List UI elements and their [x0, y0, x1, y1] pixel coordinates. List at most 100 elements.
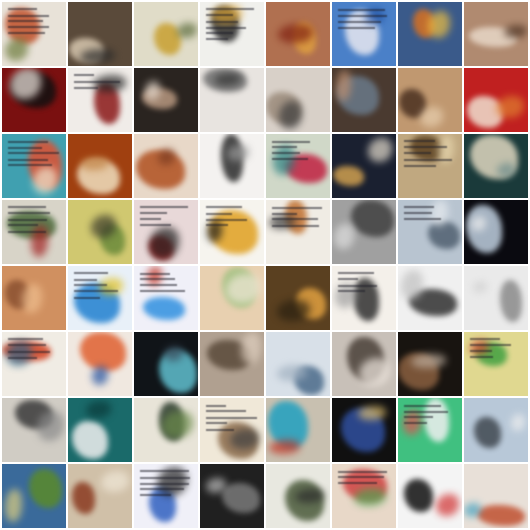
- tile-shape: [72, 421, 108, 459]
- sample-tile: [332, 266, 396, 330]
- sample-tile: [200, 464, 264, 528]
- sample-tile: [200, 398, 264, 462]
- tile-shape: [86, 401, 111, 418]
- tile-shape: [162, 411, 193, 438]
- tile-text-stripe: [206, 219, 247, 221]
- tile-text-stripe: [338, 9, 385, 11]
- tile-shape: [473, 281, 487, 293]
- tile-text-stripe: [338, 15, 387, 17]
- tile-text-stripe: [338, 476, 384, 478]
- sample-tile: [68, 398, 132, 462]
- tile-text-stripe: [404, 218, 441, 220]
- tile-text-stripe: [206, 405, 226, 407]
- tile-shape: [428, 221, 460, 249]
- tile-shape: [354, 488, 386, 506]
- sample-tile: [134, 68, 198, 132]
- sample-tile: [464, 200, 528, 264]
- tile-text-stripe: [140, 494, 171, 496]
- sample-tile: [200, 200, 264, 264]
- tile-text-stripe: [338, 482, 377, 484]
- tile-shape: [477, 505, 525, 526]
- tile-text-stripe: [140, 477, 190, 479]
- tile-shape: [226, 274, 261, 303]
- sample-tile: [398, 398, 462, 462]
- tile-text-stripe: [8, 231, 46, 233]
- tile-text-stripe: [206, 429, 234, 431]
- tile-shape: [80, 49, 115, 63]
- tile-shape: [147, 266, 162, 286]
- tile-shape: [37, 411, 64, 441]
- tile-text-stripe: [404, 212, 432, 214]
- tile-text-stripe: [272, 225, 319, 227]
- tile-shape: [466, 205, 502, 253]
- tile-text-stripe: [8, 164, 52, 166]
- tile-shape: [334, 224, 354, 249]
- tile-shape: [29, 469, 62, 508]
- tile-shape: [22, 284, 42, 313]
- tile-text-stripe: [470, 350, 492, 352]
- tile-text-stripe: [8, 206, 46, 208]
- tile-text-stripe: [272, 141, 310, 143]
- tile-text-stripe: [470, 338, 500, 340]
- sample-tile: [332, 464, 396, 528]
- tile-text-stripe: [338, 21, 381, 23]
- tile-shape: [277, 300, 310, 321]
- tile-text-stripe: [470, 356, 493, 358]
- sample-tile: [464, 134, 528, 198]
- tile-shape: [227, 145, 249, 161]
- sample-tile: [332, 134, 396, 198]
- tile-text-stripe: [8, 219, 47, 221]
- tile-text-stripe: [8, 344, 46, 346]
- tile-shape: [279, 101, 302, 129]
- sample-tile: [464, 464, 528, 528]
- tile-text-stripe: [338, 27, 375, 29]
- tile-text-stripe: [338, 290, 365, 292]
- sample-tile: [2, 68, 66, 132]
- sample-tile: [200, 2, 264, 66]
- tile-shape: [496, 96, 524, 118]
- tile-text-stripe: [338, 278, 358, 280]
- tile-text-stripe: [404, 146, 447, 148]
- tile-text-stripe: [206, 8, 254, 10]
- tile-shape: [500, 280, 522, 322]
- tile-text-stripe: [272, 146, 297, 148]
- sample-tile: [332, 2, 396, 66]
- tile-text-stripe: [206, 21, 238, 23]
- tile-text-stripe: [8, 26, 49, 28]
- tile-text-stripe: [404, 416, 433, 418]
- sample-tile: [134, 266, 198, 330]
- tile-shape: [436, 494, 459, 516]
- sample-tile: [2, 200, 66, 264]
- sample-tile: [134, 134, 198, 198]
- tile-text-stripe: [206, 224, 228, 226]
- tile-text-stripe: [338, 285, 377, 287]
- tile-shape: [92, 366, 108, 385]
- sample-tile: [2, 266, 66, 330]
- tile-text-stripe: [470, 344, 511, 346]
- sample-tile: [134, 200, 198, 264]
- sample-tile: [2, 398, 66, 462]
- sample-tile: [332, 68, 396, 132]
- tile-shape: [333, 166, 364, 186]
- tile-shape: [222, 483, 260, 513]
- tile-text-stripe: [140, 470, 189, 472]
- image-sample-grid: [0, 0, 530, 530]
- tile-shape: [177, 23, 197, 38]
- tile-text-stripe: [404, 165, 436, 167]
- tile-text-stripe: [74, 87, 98, 89]
- tile-shape: [420, 107, 443, 127]
- tile-text-stripe: [404, 411, 448, 413]
- sample-tile: [2, 464, 66, 528]
- tile-text-stripe: [140, 273, 170, 275]
- tile-text-stripe: [272, 152, 300, 154]
- sample-tile: [464, 332, 528, 396]
- tile-shape: [511, 414, 525, 431]
- tile-text-stripe: [206, 422, 227, 424]
- sample-tile: [266, 266, 330, 330]
- tile-text-stripe: [74, 290, 118, 292]
- sample-tile: [398, 266, 462, 330]
- sample-tile: [68, 200, 132, 264]
- sample-tile: [134, 332, 198, 396]
- sample-tile: [266, 68, 330, 132]
- sample-tile: [398, 200, 462, 264]
